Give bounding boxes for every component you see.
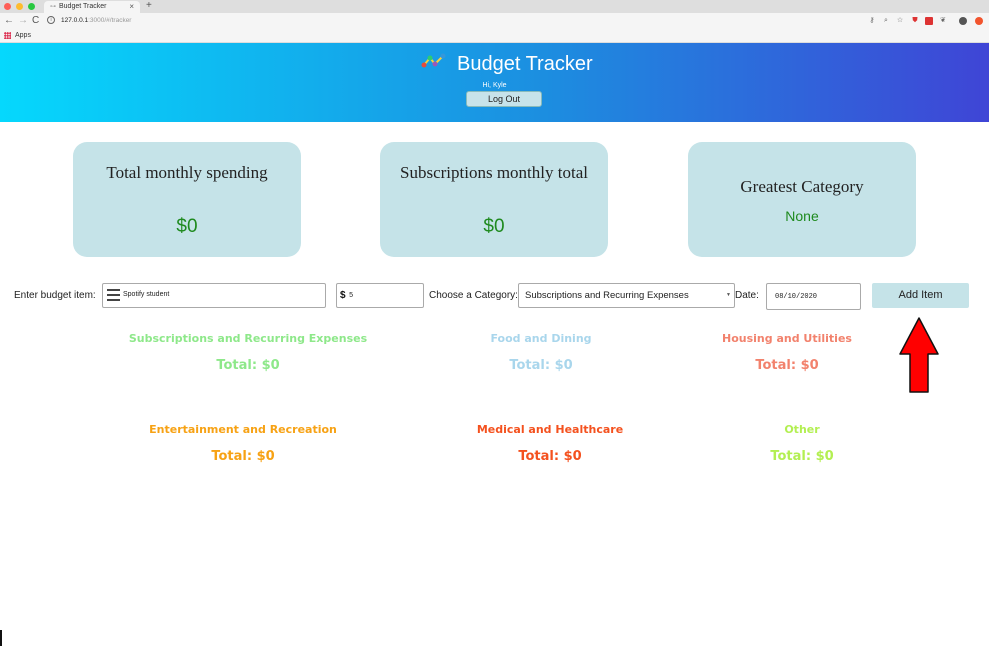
category-label: Choose a Category: xyxy=(429,290,518,301)
url-host: 127.0.0.1 xyxy=(61,17,89,24)
category-subscriptions: Subscriptions and Recurring Expenses Tot… xyxy=(98,332,398,374)
category-total: Total: $0 xyxy=(216,358,280,373)
puzzle-extension-icon[interactable]: ❦ xyxy=(939,17,947,25)
add-item-button[interactable]: Add Item xyxy=(872,283,969,308)
logo-icon xyxy=(421,53,446,68)
subscriptions-monthly-total-card: Subscriptions monthly total $0 xyxy=(380,142,608,257)
address-bar[interactable]: 127.0.0.1:3000/#/tracker xyxy=(61,15,131,27)
amount-value: 5 xyxy=(349,292,354,300)
date-input[interactable]: 08/10/2020 xyxy=(766,283,861,310)
text-cursor xyxy=(0,630,2,646)
chevron-down-icon: ▼ xyxy=(726,292,731,298)
category-name: Entertainment and Recreation xyxy=(149,423,337,436)
category-name: Subscriptions and Recurring Expenses xyxy=(128,332,368,345)
total-monthly-spending-card: Total monthly spending $0 xyxy=(73,142,301,257)
back-arrow-icon[interactable]: ← xyxy=(4,15,14,27)
category-name: Housing and Utilities xyxy=(722,332,852,345)
tab-close-icon[interactable]: × xyxy=(129,1,134,13)
menu-icon[interactable] xyxy=(975,17,983,25)
url-path: :3000/#/tracker xyxy=(88,17,132,24)
category-entertainment: Entertainment and Recreation Total: $0 xyxy=(93,423,393,465)
apps-grid-icon[interactable] xyxy=(4,32,11,39)
site-info-icon[interactable]: i xyxy=(47,16,55,24)
card-title: Greatest Category xyxy=(740,177,864,196)
shield-extension-icon[interactable]: ⛊ xyxy=(911,17,919,25)
card-title: Total monthly spending xyxy=(106,163,268,182)
category-total: Total: $0 xyxy=(211,449,275,464)
category-total: Total: $0 xyxy=(770,449,834,464)
category-selected-value: Subscriptions and Recurring Expenses xyxy=(525,290,689,301)
greatest-category-card: Greatest Category None xyxy=(688,142,916,257)
user-greeting: Hi, Kyle xyxy=(482,82,507,89)
card-title: Subscriptions monthly total xyxy=(400,163,588,182)
minimize-window-icon[interactable] xyxy=(16,3,23,10)
card-value: $0 xyxy=(483,216,505,237)
star-icon[interactable]: ☆ xyxy=(896,17,904,25)
card-value: None xyxy=(785,208,819,224)
extension-icon[interactable] xyxy=(925,17,933,25)
category-housing: Housing and Utilities Total: $0 xyxy=(637,332,937,374)
key-icon[interactable]: ⚷ xyxy=(868,17,876,25)
new-tab-button[interactable]: + xyxy=(146,0,152,12)
apps-bookmark[interactable]: Apps xyxy=(15,30,31,42)
card-value: $0 xyxy=(176,216,198,237)
close-window-icon[interactable] xyxy=(4,3,11,10)
spreadsheet-icon xyxy=(107,289,120,301)
date-label: Date: xyxy=(735,290,759,301)
tab-title: Budget Tracker xyxy=(59,3,107,10)
browser-tab-strip: ⊶ Budget Tracker × + xyxy=(0,0,989,13)
date-value: 08/10/2020 xyxy=(775,293,818,301)
dollar-sign: $ xyxy=(340,290,346,301)
category-other: Other Total: $0 xyxy=(652,423,952,465)
category-total: Total: $0 xyxy=(755,358,819,373)
budget-item-value: Spotify student xyxy=(123,291,170,298)
logout-button[interactable]: Log Out xyxy=(466,91,542,107)
budget-item-input[interactable]: Spotify student xyxy=(102,283,326,308)
reload-icon[interactable]: C xyxy=(32,15,39,27)
category-name: Other xyxy=(784,423,820,436)
amount-input[interactable]: $ 5 xyxy=(336,283,424,308)
zoom-icon[interactable]: ⌕ xyxy=(882,17,890,25)
budget-item-label: Enter budget item: xyxy=(14,290,96,301)
category-select[interactable]: Subscriptions and Recurring Expenses ▼ xyxy=(518,283,735,308)
app-title: Budget Tracker xyxy=(457,53,593,75)
forward-arrow-icon[interactable]: → xyxy=(18,15,28,27)
tab-favicon-icon: ⊶ xyxy=(50,4,56,10)
maximize-window-icon[interactable] xyxy=(28,3,35,10)
browser-tab[interactable]: ⊶ Budget Tracker × xyxy=(44,1,140,13)
bookmarks-bar: Apps xyxy=(0,29,989,43)
browser-toolbar: ← → C i 127.0.0.1:3000/#/tracker ⚷ ⌕ ☆ ⛊… xyxy=(0,13,989,29)
profile-avatar-icon[interactable] xyxy=(959,17,967,25)
